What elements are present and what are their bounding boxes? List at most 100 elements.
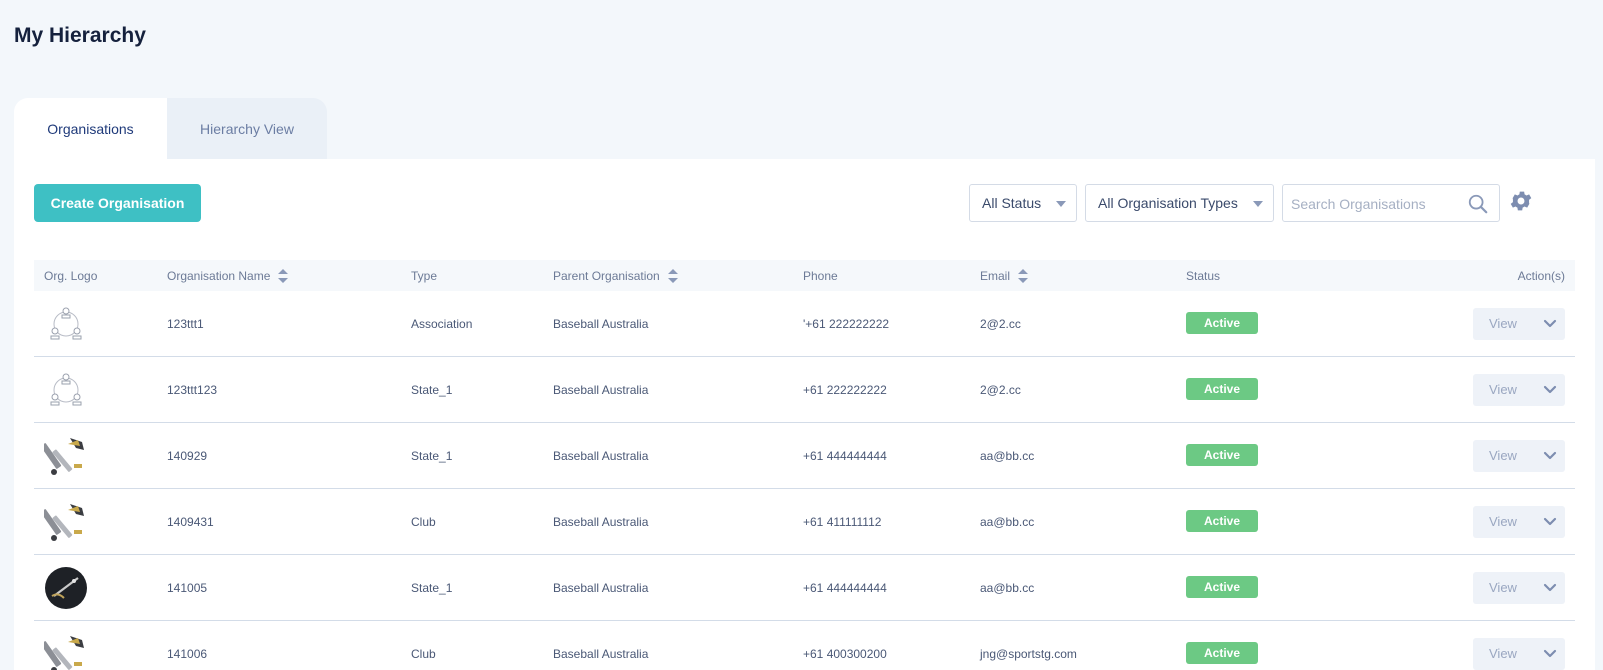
table-row: 123ttt123 State_1 Baseball Australia +61… (34, 357, 1575, 423)
view-button[interactable]: View (1473, 308, 1565, 340)
gear-icon[interactable] (1508, 188, 1534, 214)
column-header-name-label: Organisation Name (167, 268, 271, 283)
tools-logo-icon (40, 636, 84, 670)
organisation-name: 141006 (167, 647, 208, 661)
column-header-phone: Phone (803, 268, 838, 283)
organisation-logo (40, 632, 88, 670)
organisation-name: 141005 (167, 581, 208, 595)
parent-organisation: Baseball Australia (553, 581, 649, 595)
parent-organisation: Baseball Australia (553, 317, 649, 331)
view-button[interactable]: View (1473, 440, 1565, 472)
email-address: jng@sportstg.com (980, 647, 1077, 661)
organisation-type: Club (411, 647, 436, 661)
view-button-label: View (1489, 580, 1517, 595)
status-badge: Active (1186, 576, 1258, 598)
column-header-email-label: Email (980, 268, 1011, 283)
organisation-logo (44, 566, 88, 610)
hierarchy-placeholder-icon (50, 373, 82, 406)
chevron-down-icon[interactable] (1543, 648, 1557, 660)
status-badge: Active (1186, 444, 1258, 466)
column-header-actions: Action(s) (1517, 268, 1565, 283)
chevron-down-icon[interactable] (1543, 318, 1557, 330)
organisation-logo (44, 302, 88, 346)
column-header-name[interactable]: Organisation Name (167, 260, 289, 291)
search-box (1282, 184, 1500, 222)
tab-organisations[interactable]: Organisations (14, 98, 167, 159)
parent-organisation: Baseball Australia (553, 449, 649, 463)
organisation-name: 1409431 (167, 515, 214, 529)
organisations-panel: Create Organisation All Status All Organ… (14, 159, 1595, 670)
organisation-type-filter-select[interactable]: All Organisation Types (1085, 184, 1274, 222)
organisation-type: State_1 (411, 449, 453, 463)
phone-number: +61 444444444 (803, 581, 887, 595)
view-button[interactable]: View (1473, 638, 1565, 670)
column-header-status: Status (1186, 268, 1221, 283)
status-filter-value: All Status (982, 195, 1042, 211)
column-header-parent-label: Parent Organisation (553, 268, 660, 283)
parent-organisation: Baseball Australia (553, 383, 649, 397)
table-header: Org. Logo Organisation Name Type Parent … (34, 260, 1575, 291)
view-button[interactable]: View (1473, 572, 1565, 604)
view-button[interactable]: View (1473, 374, 1565, 406)
column-header-email[interactable]: Email (980, 260, 1029, 291)
email-address: aa@bb.cc (980, 581, 1035, 595)
email-address: 2@2.cc (980, 317, 1021, 331)
phone-number: +61 400300200 (803, 647, 887, 661)
search-input[interactable] (1291, 194, 1461, 214)
email-address: aa@bb.cc (980, 515, 1035, 529)
status-badge: Active (1186, 642, 1258, 664)
page-title: My Hierarchy (14, 24, 146, 47)
organisation-name: 123ttt1 (167, 317, 204, 331)
organisation-name: 123ttt123 (167, 383, 218, 397)
table-row: 140929 State_1 Baseball Australia +61 44… (34, 423, 1575, 489)
organisation-type: Club (411, 515, 436, 529)
organisation-type: State_1 (411, 581, 453, 595)
status-badge: Active (1186, 510, 1258, 532)
sort-icon[interactable] (1018, 268, 1029, 283)
status-filter-select[interactable]: All Status (969, 184, 1077, 222)
organisation-name: 140929 (167, 449, 208, 463)
create-organisation-button[interactable]: Create Organisation (34, 184, 201, 222)
phone-number: +61 222222222 (803, 383, 887, 397)
tools-logo-icon (40, 504, 84, 541)
chevron-down-icon[interactable] (1543, 582, 1557, 594)
column-header-type: Type (411, 268, 438, 283)
organisation-logo (40, 500, 88, 544)
chevron-down-icon[interactable] (1543, 516, 1557, 528)
search-icon[interactable] (1467, 193, 1489, 215)
status-badge: Active (1186, 378, 1258, 400)
organisation-logo (44, 368, 88, 412)
organisation-type: Association (411, 317, 473, 331)
table-row: 141005 State_1 Baseball Australia +61 44… (34, 555, 1575, 621)
tools-logo-icon (40, 438, 84, 475)
email-address: 2@2.cc (980, 383, 1021, 397)
table-row: 141006 Club Baseball Australia +61 40030… (34, 621, 1575, 670)
phone-number: +61 444444444 (803, 449, 887, 463)
chevron-down-icon[interactable] (1543, 450, 1557, 462)
tab-bar: Organisations Hierarchy View (14, 98, 327, 159)
sort-icon[interactable] (667, 268, 678, 283)
type-filter-value: All Organisation Types (1098, 195, 1238, 211)
caret-down-icon (1056, 201, 1066, 207)
tab-hierarchy-view[interactable]: Hierarchy View (167, 98, 327, 159)
view-button-label: View (1489, 514, 1517, 529)
phone-number: +61 411111112 (803, 515, 882, 529)
dark-circle-logo-icon (45, 567, 87, 609)
view-button-label: View (1489, 448, 1517, 463)
column-header-parent[interactable]: Parent Organisation (553, 260, 678, 291)
table-row: 1409431 Club Baseball Australia +61 4111… (34, 489, 1575, 555)
view-button-label: View (1489, 316, 1517, 331)
view-button[interactable]: View (1473, 506, 1565, 538)
organisation-type: State_1 (411, 383, 453, 397)
status-badge: Active (1186, 312, 1258, 334)
table-row: 123ttt1 Association Baseball Australia '… (34, 291, 1575, 357)
view-button-label: View (1489, 382, 1517, 397)
caret-down-icon (1253, 201, 1263, 207)
organisation-logo (40, 434, 88, 478)
phone-number: '+61 222222222 (803, 317, 890, 331)
parent-organisation: Baseball Australia (553, 515, 649, 529)
sort-icon[interactable] (278, 268, 289, 283)
view-button-label: View (1489, 646, 1517, 661)
chevron-down-icon[interactable] (1543, 384, 1557, 396)
column-header-logo: Org. Logo (44, 268, 98, 283)
